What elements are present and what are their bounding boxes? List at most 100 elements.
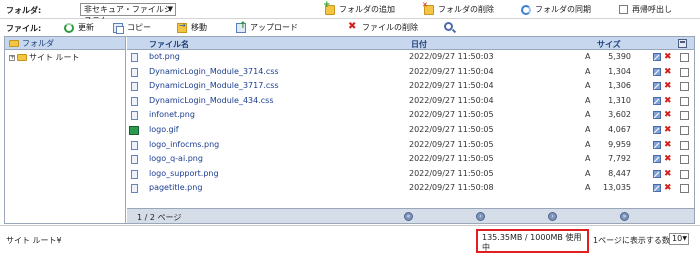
delete-icon[interactable]: ✖ [664,152,672,167]
column-header-name[interactable]: ファイル名 [149,39,189,50]
table-row[interactable]: DynamicLogin_Module_434.css 2022/09/27 11… [127,94,694,109]
prev-page-icon[interactable]: ‹ [476,212,485,221]
first-page-icon[interactable]: « [404,212,413,221]
edit-icon[interactable] [653,96,661,105]
expand-icon[interactable]: + [9,54,15,61]
file-icon [131,155,138,165]
file-name-link[interactable]: logo_infocms.png [149,138,219,153]
table-row[interactable]: DynamicLogin_Module_3714.css 2022/09/27 1… [127,65,694,80]
recursive-call-label: 再帰呼出し [632,5,672,14]
file-name-link[interactable]: DynamicLogin_Module_3717.css [149,79,279,94]
edit-icon[interactable] [653,140,661,149]
file-size: 8,447 [608,168,631,178]
folder-select[interactable]: 非セキュア・ファイルシステム ▼ [80,3,176,25]
table-row[interactable]: DynamicLogin_Module_3717.css 2022/09/27 1… [127,79,694,94]
file-date: 2022/09/27 11:50:04 [409,81,494,91]
file-name-link[interactable]: DynamicLogin_Module_434.css [149,94,274,109]
add-folder-button[interactable]: フォルダの追加 [323,0,395,15]
table-row[interactable]: pagetitle.png 2022/09/27 11:50:08 A 13,035 ✖ [127,181,694,196]
row-checkbox[interactable] [680,96,689,106]
file-label: ファイル: [6,24,42,33]
delete-icon[interactable]: ✖ [664,65,672,80]
page-info: 1 / 2 ページ [137,213,182,222]
delete-icon[interactable]: ✖ [664,79,672,94]
copy-button[interactable]: コピー [113,22,151,34]
recursive-call-toggle[interactable]: 再帰呼出し [619,4,672,15]
file-name-link[interactable]: logo.gif [149,123,179,138]
row-checkbox[interactable] [680,169,689,179]
file-name-link[interactable]: DynamicLogin_Module_3714.css [149,65,279,80]
delete-folder-button[interactable]: フォルダの削除 [422,1,494,15]
folder-add-icon [323,0,335,15]
next-page-icon[interactable]: › [548,212,557,221]
image-file-icon [129,125,139,135]
recursive-call-checkbox[interactable] [619,5,628,14]
row-checkbox[interactable] [680,82,689,92]
edit-icon[interactable] [653,184,661,193]
delete-icon[interactable]: ✖ [664,108,672,123]
sync-folder-button[interactable]: フォルダの同期 [521,4,591,15]
quota-usage-line2: 中 [482,243,490,252]
edit-icon[interactable] [653,155,661,164]
file-attribute: A [585,139,591,149]
row-checkbox[interactable] [680,125,689,135]
edit-icon[interactable] [653,67,661,76]
folder-delete-icon [422,1,434,15]
table-row[interactable]: infonet.png 2022/09/27 11:50:05 A 3,602 ✖ [127,108,694,123]
upload-button[interactable]: アップロード [236,21,298,33]
file-date: 2022/09/27 11:50:05 [409,139,494,149]
edit-icon[interactable] [653,111,661,120]
table-row[interactable]: bot.png 2022/09/27 11:50:03 A 5,390 ✖ [127,50,694,65]
search-button[interactable] [444,22,453,31]
delete-icon[interactable]: ✖ [664,94,672,109]
file-icon [131,96,138,106]
last-page-icon[interactable]: » [620,212,629,221]
column-header-date[interactable]: 日付 [411,39,427,50]
chevron-down-icon: ▼ [167,5,173,13]
file-list: ファイル名 日付 サイズ bot.png 2022/09/27 11:50:03 A… [127,37,694,223]
refresh-icon [64,22,74,33]
move-button[interactable]: 移動 [177,21,207,33]
file-name-link[interactable]: pagetitle.png [149,181,202,196]
delete-icon[interactable]: ✖ [664,50,672,65]
table-row[interactable]: logo.gif 2022/09/27 11:50:05 A 4,067 ✖ [127,123,694,138]
column-header-size[interactable]: サイズ [597,39,621,50]
delete-icon[interactable]: ✖ [664,167,672,182]
table-row[interactable]: logo_q-ai.png 2022/09/27 11:50:05 A 7,792 ✖ [127,152,694,167]
edit-icon[interactable] [653,82,661,91]
file-name-link[interactable]: infonet.png [149,108,195,123]
row-checkbox[interactable] [680,67,689,77]
file-toolbar: ファイル: 更新 コピー 移動 アップロード ファイルの削除 [0,19,700,36]
delete-icon[interactable]: ✖ [664,181,672,196]
edit-icon[interactable] [653,53,661,61]
row-checkbox[interactable] [680,184,689,194]
move-label: 移動 [191,23,207,32]
delete-icon[interactable]: ✖ [664,123,672,138]
table-row[interactable]: logo_infocms.png 2022/09/27 11:50:05 A 9,95… [127,138,694,153]
table-row[interactable]: logo_support.png 2022/09/27 11:50:05 A 8,44… [127,167,694,182]
file-name-link[interactable]: logo_support.png [149,167,219,182]
tree-node-site-root[interactable]: + サイト ルート [5,50,125,63]
edit-icon[interactable] [653,169,661,178]
row-checkbox[interactable] [680,155,689,165]
refresh-button[interactable]: 更新 [64,22,94,33]
per-page-select[interactable]: 10 ▼ [669,233,689,245]
select-all-icon[interactable] [678,39,687,48]
file-name-link[interactable]: logo_q-ai.png [149,152,203,167]
file-name-link[interactable]: bot.png [149,50,180,65]
edit-icon[interactable] [653,125,661,134]
file-size: 1,306 [608,81,631,91]
delete-file-button[interactable]: ファイルの削除 [348,21,418,33]
upload-icon [236,21,247,33]
file-date: 2022/09/27 11:50:05 [409,124,494,134]
delete-icon [348,21,358,33]
file-date: 2022/09/27 11:50:05 [409,110,494,120]
delete-icon[interactable]: ✖ [664,138,672,153]
folder-toolbar: フォルダ: 非セキュア・ファイルシステム ▼ フォルダの追加 フォルダの削除 フ… [0,0,700,25]
row-checkbox[interactable] [680,53,689,62]
folder-icon [17,54,27,61]
folder-icon [9,39,19,47]
refresh-label: 更新 [78,23,94,32]
row-checkbox[interactable] [680,111,689,121]
row-checkbox[interactable] [680,140,689,150]
